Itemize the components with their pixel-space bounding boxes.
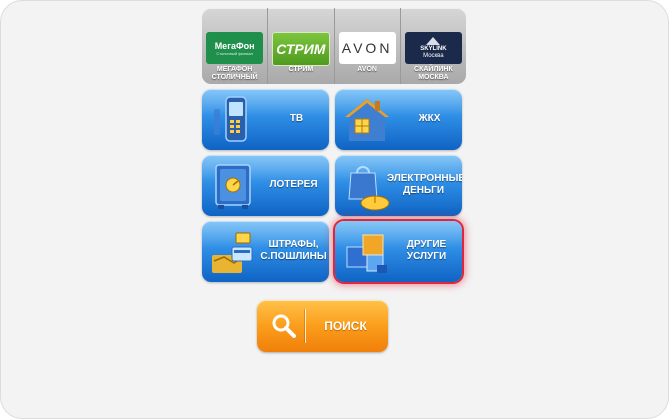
cubes-icon: [346, 234, 387, 273]
skylink-logo-text: SKYLINK: [420, 45, 447, 52]
tile-tv[interactable]: ТВ: [202, 89, 329, 150]
tile-lottery-label: ЛОТЕРЕЯ: [269, 179, 318, 190]
tile-fines[interactable]: ШТРАФЫ, С.ПОШЛИНЫ: [202, 221, 329, 282]
tile-emoney-label: ЭЛЕКТРОННЫЕ ДЕНЬГИ: [387, 173, 462, 196]
tile-emoney[interactable]: ЭЛЕКТРОННЫЕ ДЕНЬГИ: [335, 155, 462, 216]
tile-other[interactable]: ДРУГИЕ УСЛУГИ: [335, 221, 462, 282]
provider-label: МЕГАФОН СТОЛИЧНЫЙ: [211, 66, 258, 81]
safe-icon: [215, 164, 251, 209]
search-label: ПОИСК: [324, 319, 367, 333]
search-button[interactable]: ПОИСК: [257, 300, 388, 352]
provider-megafon[interactable]: МегаФон Столичный филиал МЕГАФОН СТОЛИЧН…: [202, 8, 269, 84]
house-icon: [345, 99, 389, 141]
provider-avon[interactable]: AVON AVON: [335, 8, 401, 84]
mobile-phone-icon: [214, 96, 247, 142]
tile-zhkh-label: ЖКХ: [418, 113, 441, 124]
kiosk-screen: МегаФон Столичный филиал МЕГАФОН СТОЛИЧН…: [0, 0, 669, 419]
tile-lottery[interactable]: ЛОТЕРЕЯ: [202, 155, 329, 216]
provider-strim[interactable]: СТРИМ СТРИМ: [268, 8, 335, 84]
shopping-bag-mouse-icon: [348, 166, 390, 211]
strim-logo: СТРИМ: [272, 32, 330, 66]
tile-other-label: ДРУГИЕ УСЛУГИ: [406, 239, 447, 262]
megafon-logo-subtext: Столичный филиал: [216, 50, 253, 56]
magnifier-icon: [272, 314, 296, 338]
provider-skylink[interactable]: SKYLINK Москва СКАЙЛИНК МОСКВА: [401, 8, 466, 84]
megafon-logo: МегаФон Столичный филиал: [206, 32, 264, 64]
tile-tv-label: ТВ: [289, 113, 304, 124]
search-divider: [305, 309, 306, 343]
skylink-mark-icon: [426, 36, 441, 45]
provider-strip: МегаФон Столичный филиал МЕГАФОН СТОЛИЧН…: [202, 8, 466, 84]
map-card-icon: [212, 232, 253, 273]
provider-label: СТРИМ: [288, 66, 314, 73]
tile-zhkh[interactable]: ЖКХ: [335, 89, 462, 150]
strim-logo-text: СТРИМ: [276, 41, 326, 57]
provider-label: СКАЙЛИНК МОСКВА: [414, 66, 453, 81]
provider-label: AVON: [357, 66, 377, 73]
tile-fines-label: ШТРАФЫ, С.ПОШЛИНЫ: [260, 239, 327, 262]
skylink-logo: SKYLINK Москва: [404, 32, 462, 64]
skylink-logo-subtext: Москва: [423, 52, 444, 59]
avon-logo: AVON: [338, 32, 396, 64]
megafon-logo-text: МегаФон: [214, 40, 255, 51]
avon-logo-text: AVON: [341, 40, 393, 56]
